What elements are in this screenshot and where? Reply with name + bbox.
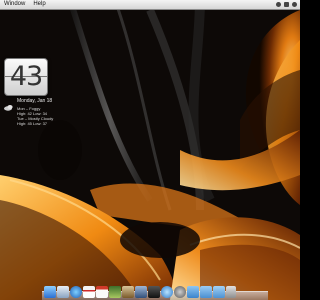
clock-minutes: 43 — [9, 61, 43, 92]
wifi-icon[interactable] — [276, 2, 281, 7]
preview-icon[interactable] — [122, 286, 134, 298]
desktop-wallpaper — [0, 0, 300, 300]
menu-window[interactable]: Window — [0, 0, 29, 9]
menu-bar: Window Help — [0, 0, 300, 10]
system-preferences-icon[interactable] — [174, 286, 186, 298]
downloads-folder-icon[interactable] — [213, 286, 225, 298]
xcode-icon[interactable] — [135, 286, 147, 298]
volume-icon[interactable] — [284, 2, 289, 7]
safari-icon[interactable] — [70, 286, 82, 298]
itunes-icon[interactable] — [161, 286, 173, 298]
forecast-line: High: 45 Low: 37 — [17, 121, 48, 126]
trash-icon[interactable] — [226, 286, 236, 298]
cloud-icon — [4, 105, 13, 111]
ical-date-icon[interactable] — [96, 286, 108, 298]
menu-help[interactable]: Help — [29, 0, 49, 9]
documents-folder-icon[interactable] — [200, 286, 212, 298]
mail-icon[interactable] — [57, 286, 69, 298]
status-area — [276, 0, 297, 9]
dock-icons — [44, 286, 236, 298]
weather-forecast: Mon – Foggy High: 42 Low: 34 Tue – Mostl… — [17, 106, 53, 126]
applications-folder-icon[interactable] — [187, 286, 199, 298]
iphoto-icon[interactable] — [109, 286, 121, 298]
clock-widget[interactable]: 43 — [4, 58, 48, 96]
terminal-icon[interactable] — [148, 286, 160, 298]
spotlight-icon[interactable] — [292, 2, 297, 7]
weather-date: Monday, Jan 18 — [17, 98, 53, 104]
finder-icon[interactable] — [44, 286, 56, 298]
weather-widget[interactable]: Monday, Jan 18 Mon – Foggy High: 42 Low:… — [4, 99, 64, 131]
calendar-icon[interactable] — [83, 286, 95, 298]
dock — [42, 283, 268, 300]
